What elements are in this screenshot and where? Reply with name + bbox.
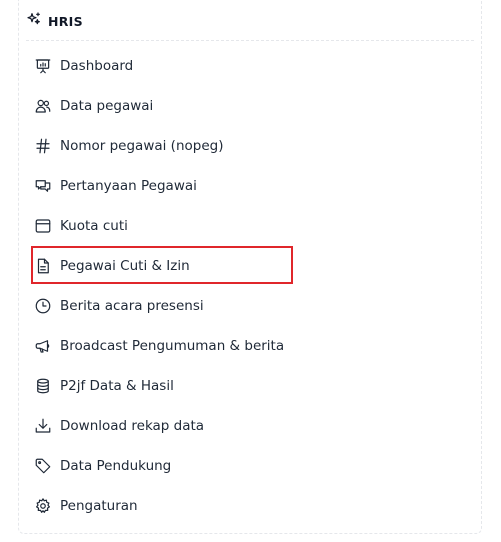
sidebar-item-kuota-cuti[interactable]: Kuota cuti (34, 206, 474, 246)
sidebar-item-nomor-pegawai[interactable]: Nomor pegawai (nopeg) (34, 126, 474, 166)
sidebar-item-broadcast[interactable]: Broadcast Pengumuman & berita (34, 326, 474, 366)
tag-icon (34, 457, 52, 475)
sidebar-item-pengaturan[interactable]: Pengaturan (34, 486, 474, 526)
sidebar-item-pertanyaan-pegawai[interactable]: Pertanyaan Pegawai (34, 166, 474, 206)
sidebar-item-label: Pengaturan (60, 498, 138, 514)
clock-icon (34, 297, 52, 315)
sidebar-item-label: P2jf Data & Hasil (60, 378, 174, 394)
sidebar-item-label: Berita acara presensi (60, 298, 204, 314)
presentation-chart-icon (34, 57, 52, 75)
users-icon (34, 97, 52, 115)
window-icon (34, 217, 52, 235)
download-icon (34, 417, 52, 435)
header-divider (26, 40, 474, 41)
chat-bubbles-icon (34, 177, 52, 195)
sidebar-item-data-pendukung[interactable]: Data Pendukung (34, 446, 474, 486)
sidebar-item-label: Broadcast Pengumuman & berita (60, 338, 285, 354)
sparkles-icon (26, 11, 42, 31)
sidebar-item-download-rekap[interactable]: Download rekap data (34, 406, 474, 446)
sidebar-header: HRIS (26, 11, 83, 31)
sidebar-item-label: Pertanyaan Pegawai (60, 178, 197, 194)
sidebar-item-label: Pegawai Cuti & Izin (60, 258, 190, 274)
document-icon (34, 257, 52, 275)
sidebar-item-label: Kuota cuti (60, 218, 128, 234)
sidebar-item-label: Nomor pegawai (nopeg) (60, 138, 224, 154)
sidebar-item-data-pegawai[interactable]: Data pegawai (34, 86, 474, 126)
sidebar-item-label: Dashboard (60, 58, 134, 74)
gear-icon (34, 497, 52, 515)
megaphone-icon (34, 337, 52, 355)
sidebar-item-berita-acara-presensi[interactable]: Berita acara presensi (34, 286, 474, 326)
sidebar-item-label: Data Pendukung (60, 458, 172, 474)
sidebar-menu: Dashboard Data pegawai Nomor pegawai (no… (34, 46, 474, 526)
hash-icon (34, 137, 52, 155)
sidebar-title: HRIS (48, 13, 83, 29)
sidebar-item-label: Data pegawai (60, 98, 154, 114)
sidebar-item-pegawai-cuti-izin[interactable]: Pegawai Cuti & Izin (34, 246, 474, 286)
sidebar-item-p2jf[interactable]: P2jf Data & Hasil (34, 366, 474, 406)
sidebar-item-dashboard[interactable]: Dashboard (34, 46, 474, 86)
database-icon (34, 377, 52, 395)
sidebar-item-label: Download rekap data (60, 418, 205, 434)
